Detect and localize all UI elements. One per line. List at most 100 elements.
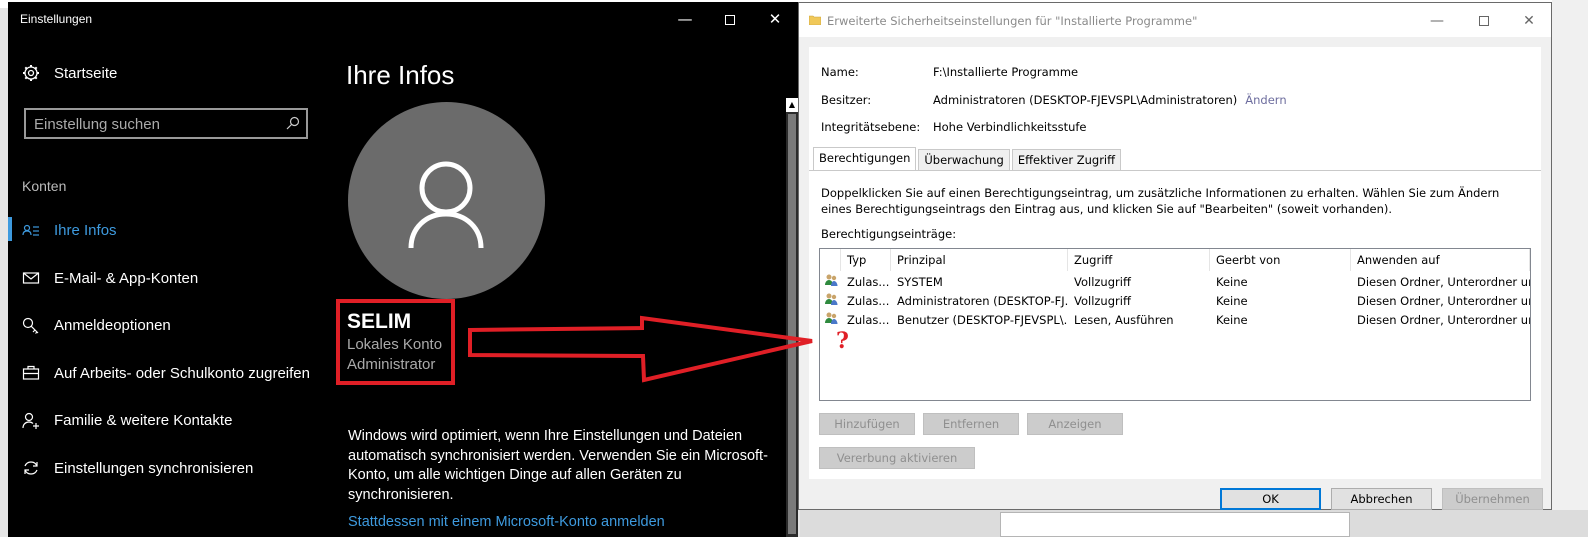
settings-titlebar[interactable]: Einstellungen — ✕	[8, 2, 798, 36]
cell-applies-to: Diesen Ordner, Unterordner un...	[1357, 275, 1530, 289]
sync-icon	[24, 461, 38, 475]
cell-principal: Administratoren (DESKTOP-FJ...	[897, 294, 1068, 308]
person-card-icon	[22, 224, 39, 236]
scroll-up-icon[interactable]: ▲	[786, 98, 798, 112]
nav-item-label: Einstellungen synchronisieren	[54, 459, 254, 477]
home-label: Startseite	[54, 64, 118, 82]
cell-applies-to: Diesen Ordner, Unterordner un...	[1357, 313, 1530, 327]
nav-item-email-accounts[interactable]: E-Mail- & App-Konten	[8, 255, 338, 303]
maximize-button[interactable]	[1462, 9, 1506, 33]
maximize-icon	[725, 14, 735, 25]
column-header-applies-to[interactable]: Anwenden auf	[1351, 249, 1530, 271]
cell-inherited: Keine	[1216, 313, 1248, 327]
owner-label: Besitzer:	[821, 93, 872, 107]
user-silhouette-icon	[408, 161, 484, 249]
background-input-box	[1000, 512, 1350, 537]
integrity-value: Hohe Verbindlichkeitsstufe	[933, 120, 1087, 134]
tab-auditing[interactable]: Überwachung	[918, 149, 1010, 170]
cell-principal: Benutzer (DESKTOP-FJEVSPL\...	[897, 313, 1068, 327]
user-info-highlight-box: SELIM Lokales Konto Administrator	[336, 299, 455, 385]
gear-icon	[23, 65, 39, 81]
nav-item-sign-in-options[interactable]: Anmeldeoptionen	[8, 302, 338, 350]
nav-item-label: Familie & weitere Kontakte	[54, 412, 233, 430]
person-add-icon	[22, 412, 39, 429]
cell-principal: SYSTEM	[897, 275, 943, 289]
search-input[interactable]	[34, 114, 274, 134]
name-label: Name:	[821, 65, 859, 79]
entries-label: Berechtigungseinträge:	[821, 227, 957, 241]
screenshot-stage: Einstellungen — ✕ Startseite Einstellung…	[0, 0, 1588, 537]
ok-button[interactable]: OK	[1220, 488, 1321, 510]
avatar[interactable]	[348, 102, 545, 299]
table-row[interactable]: Zulas... Administratoren (DESKTOP-FJ... …	[820, 292, 1530, 311]
maximize-button[interactable]	[707, 6, 753, 32]
nav-item-label: E-Mail- & App-Konten	[54, 269, 199, 287]
settings-window: Einstellungen — ✕ Startseite Einstellung…	[8, 2, 798, 537]
integrity-row: Integritätsebene: Hohe Verbindlichkeitsst…	[821, 120, 1087, 134]
list-header: Typ Prinzipal Zugriff Geerbt von Anwende…	[820, 249, 1530, 271]
sync-description: Windows wird optimiert, wenn Ihre Einste…	[348, 428, 768, 503]
search-icon[interactable]	[286, 116, 300, 130]
table-row[interactable]: Zulas... Benutzer (DESKTOP-FJEVSPL\... L…	[820, 311, 1530, 330]
close-button[interactable]: ✕	[752, 6, 798, 32]
cancel-button[interactable]: Abbrechen	[1331, 488, 1432, 510]
cell-type: Zulas...	[847, 294, 890, 308]
tab-permissions[interactable]: Berechtigungen	[813, 147, 917, 170]
nav-item-family[interactable]: Familie & weitere Kontakte	[8, 397, 338, 445]
briefcase-icon	[22, 366, 40, 380]
scrollbar[interactable]: ▲	[786, 98, 798, 537]
column-header-type[interactable]: Typ	[841, 249, 891, 271]
mail-icon	[22, 272, 40, 284]
settings-nav: Ihre Infos E-Mail- & App-Konten Anmeldeo…	[8, 207, 338, 492]
nav-item-label: Auf Arbeits- oder Schulkonto zugreifen	[54, 364, 310, 382]
cell-inherited: Keine	[1216, 275, 1248, 289]
tab-divider	[809, 170, 1541, 171]
view-button[interactable]: Anzeigen	[1027, 413, 1123, 435]
account-type: Lokales Konto	[347, 336, 443, 353]
cell-applies-to: Diesen Ordner, Unterordner un...	[1357, 294, 1530, 308]
question-mark-annotation: ?	[836, 328, 849, 354]
nav-item-sync[interactable]: Einstellungen synchronisieren	[8, 445, 338, 493]
owner-row: Besitzer: Administratoren (DESKTOP-FJEVSP…	[821, 93, 1287, 107]
column-header-icon	[820, 249, 841, 271]
add-button[interactable]: Hinzufügen	[819, 413, 915, 435]
permission-entries-list[interactable]: Typ Prinzipal Zugriff Geerbt von Anwende…	[819, 248, 1531, 401]
home-link[interactable]: Startseite	[22, 64, 117, 82]
cell-type: Zulas...	[847, 275, 890, 289]
cell-access: Lesen, Ausführen	[1074, 313, 1174, 327]
column-header-principal[interactable]: Prinzipal	[891, 249, 1068, 271]
column-header-access[interactable]: Zugriff	[1068, 249, 1210, 271]
remove-button[interactable]: Entfernen	[923, 413, 1019, 435]
name-value: F:\Installierte Programme	[933, 65, 1079, 79]
enable-inheritance-button[interactable]: Vererbung aktivieren	[819, 447, 975, 469]
close-button[interactable]: ✕	[1507, 9, 1551, 33]
settings-search[interactable]	[24, 108, 308, 139]
maximize-icon	[1479, 16, 1489, 26]
cell-inherited: Keine	[1216, 294, 1248, 308]
cell-access: Vollzugriff	[1074, 294, 1131, 308]
folder-icon	[809, 15, 821, 25]
apply-button[interactable]: Übernehmen	[1442, 488, 1543, 510]
cell-access: Vollzugriff	[1074, 275, 1131, 289]
nav-item-ihre-infos[interactable]: Ihre Infos	[8, 207, 338, 255]
minimize-button[interactable]: —	[1415, 9, 1459, 33]
table-row[interactable]: Zulas... SYSTEM Vollzugriff Keine Diesen…	[820, 273, 1530, 292]
key-icon	[22, 317, 39, 334]
change-owner-link[interactable]: Ändern	[1245, 93, 1286, 107]
nav-section-title: Konten	[22, 178, 67, 194]
nav-item-label: Anmeldeoptionen	[54, 317, 171, 335]
column-header-inherited[interactable]: Geerbt von	[1210, 249, 1351, 271]
tab-effective-access[interactable]: Effektiver Zugriff	[1011, 149, 1122, 170]
name-row: Name: F:\Installierte Programme	[821, 65, 1078, 79]
microsoft-account-link[interactable]: Stattdessen mit einem Microsoft-Konto an…	[348, 514, 665, 530]
owner-value: Administratoren (DESKTOP-FJEVSPL\Adminis…	[933, 93, 1238, 107]
nav-item-label: Ihre Infos	[54, 222, 117, 240]
users-icon	[820, 273, 841, 292]
nav-item-work-school[interactable]: Auf Arbeits- oder Schulkonto zugreifen	[8, 350, 338, 398]
security-titlebar[interactable]: Erweiterte Sicherheitseinstellungen für …	[799, 3, 1551, 37]
account-role: Administrator	[347, 356, 436, 373]
minimize-button[interactable]: —	[662, 6, 708, 32]
security-settings-window: Erweiterte Sicherheitseinstellungen für …	[798, 2, 1552, 510]
scrollbar-thumb[interactable]	[788, 114, 796, 534]
background-window-right	[1552, 0, 1588, 537]
